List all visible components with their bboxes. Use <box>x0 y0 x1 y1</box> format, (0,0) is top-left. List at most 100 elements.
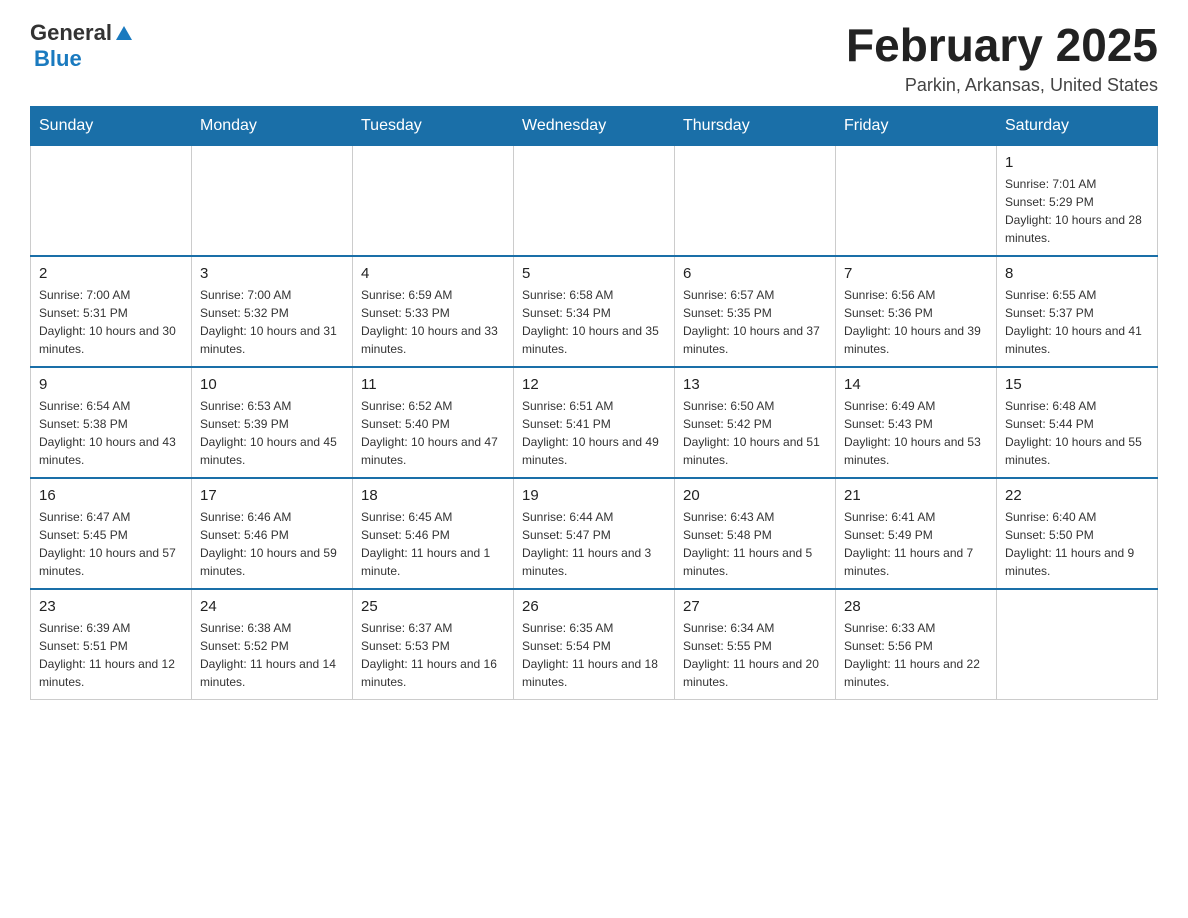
calendar-cell: 24 Sunrise: 6:38 AMSunset: 5:52 PMDayligh… <box>192 589 353 700</box>
day-info: Sunrise: 6:39 AMSunset: 5:51 PMDaylight:… <box>39 619 183 691</box>
title-block: February 2025 Parkin, Arkansas, United S… <box>846 20 1158 96</box>
day-info: Sunrise: 6:44 AMSunset: 5:47 PMDaylight:… <box>522 508 666 580</box>
day-info: Sunrise: 6:53 AMSunset: 5:39 PMDaylight:… <box>200 397 344 469</box>
calendar-cell: 28 Sunrise: 6:33 AMSunset: 5:56 PMDayligh… <box>836 589 997 700</box>
day-info: Sunrise: 6:48 AMSunset: 5:44 PMDaylight:… <box>1005 397 1149 469</box>
day-info: Sunrise: 6:43 AMSunset: 5:48 PMDaylight:… <box>683 508 827 580</box>
col-header-saturday: Saturday <box>997 106 1158 145</box>
calendar-week-row: 2 Sunrise: 7:00 AMSunset: 5:31 PMDaylight… <box>31 256 1158 367</box>
logo-general-text: General <box>30 20 112 46</box>
day-number: 28 <box>844 598 988 615</box>
day-number: 19 <box>522 487 666 504</box>
day-info: Sunrise: 6:40 AMSunset: 5:50 PMDaylight:… <box>1005 508 1149 580</box>
calendar-cell: 22 Sunrise: 6:40 AMSunset: 5:50 PMDayligh… <box>997 478 1158 589</box>
day-info: Sunrise: 6:35 AMSunset: 5:54 PMDaylight:… <box>522 619 666 691</box>
day-number: 24 <box>200 598 344 615</box>
day-number: 7 <box>844 265 988 282</box>
calendar-cell: 1 Sunrise: 7:01 AMSunset: 5:29 PMDaylight… <box>997 145 1158 256</box>
calendar-cell <box>675 145 836 256</box>
calendar-cell: 6Sunrise: 6:57 AMSunset: 5:35 PMDaylight… <box>675 256 836 367</box>
calendar-cell: 4Sunrise: 6:59 AMSunset: 5:33 PMDaylight… <box>353 256 514 367</box>
day-info: Sunrise: 6:45 AMSunset: 5:46 PMDaylight:… <box>361 508 505 580</box>
day-number: 13 <box>683 376 827 393</box>
calendar-cell: 26 Sunrise: 6:35 AMSunset: 5:54 PMDayligh… <box>514 589 675 700</box>
col-header-friday: Friday <box>836 106 997 145</box>
day-number: 8 <box>1005 265 1149 282</box>
day-info: Sunrise: 6:55 AMSunset: 5:37 PMDaylight:… <box>1005 286 1149 358</box>
day-info: Sunrise: 6:34 AMSunset: 5:55 PMDaylight:… <box>683 619 827 691</box>
calendar-header-row: SundayMondayTuesdayWednesdayThursdayFrid… <box>31 106 1158 145</box>
calendar-table: SundayMondayTuesdayWednesdayThursdayFrid… <box>30 106 1158 700</box>
day-info: Sunrise: 6:54 AMSunset: 5:38 PMDaylight:… <box>39 397 183 469</box>
day-info: Sunrise: 6:38 AMSunset: 5:52 PMDaylight:… <box>200 619 344 691</box>
day-info: Sunrise: 6:50 AMSunset: 5:42 PMDaylight:… <box>683 397 827 469</box>
day-number: 12 <box>522 376 666 393</box>
day-number: 17 <box>200 487 344 504</box>
day-info: Sunrise: 6:52 AMSunset: 5:40 PMDaylight:… <box>361 397 505 469</box>
col-header-thursday: Thursday <box>675 106 836 145</box>
day-info: Sunrise: 7:00 AMSunset: 5:31 PMDaylight:… <box>39 286 183 358</box>
day-number: 10 <box>200 376 344 393</box>
day-number: 3 <box>200 265 344 282</box>
day-info: Sunrise: 6:49 AMSunset: 5:43 PMDaylight:… <box>844 397 988 469</box>
col-header-monday: Monday <box>192 106 353 145</box>
day-number: 6 <box>683 265 827 282</box>
day-number: 27 <box>683 598 827 615</box>
logo: General Blue <box>30 20 134 72</box>
logo-triangle-icon <box>114 24 134 44</box>
day-info: Sunrise: 6:56 AMSunset: 5:36 PMDaylight:… <box>844 286 988 358</box>
location-text: Parkin, Arkansas, United States <box>846 75 1158 96</box>
calendar-cell: 13 Sunrise: 6:50 AMSunset: 5:42 PMDayligh… <box>675 367 836 478</box>
day-number: 15 <box>1005 376 1149 393</box>
day-number: 25 <box>361 598 505 615</box>
day-info: Sunrise: 6:51 AMSunset: 5:41 PMDaylight:… <box>522 397 666 469</box>
day-number: 2 <box>39 265 183 282</box>
day-info: Sunrise: 7:01 AMSunset: 5:29 PMDaylight:… <box>1005 175 1149 247</box>
day-number: 5 <box>522 265 666 282</box>
calendar-cell: 10 Sunrise: 6:53 AMSunset: 5:39 PMDayligh… <box>192 367 353 478</box>
day-info: Sunrise: 6:37 AMSunset: 5:53 PMDaylight:… <box>361 619 505 691</box>
calendar-cell: 27 Sunrise: 6:34 AMSunset: 5:55 PMDayligh… <box>675 589 836 700</box>
calendar-cell: 25 Sunrise: 6:37 AMSunset: 5:53 PMDayligh… <box>353 589 514 700</box>
calendar-cell <box>514 145 675 256</box>
calendar-cell <box>997 589 1158 700</box>
day-info: Sunrise: 7:00 AMSunset: 5:32 PMDaylight:… <box>200 286 344 358</box>
calendar-week-row: 1 Sunrise: 7:01 AMSunset: 5:29 PMDaylight… <box>31 145 1158 256</box>
col-header-wednesday: Wednesday <box>514 106 675 145</box>
logo-blue-text: Blue <box>34 46 82 71</box>
calendar-cell: 15 Sunrise: 6:48 AMSunset: 5:44 PMDayligh… <box>997 367 1158 478</box>
day-number: 22 <box>1005 487 1149 504</box>
month-title: February 2025 <box>846 20 1158 71</box>
calendar-cell: 19 Sunrise: 6:44 AMSunset: 5:47 PMDayligh… <box>514 478 675 589</box>
calendar-cell: 23 Sunrise: 6:39 AMSunset: 5:51 PMDayligh… <box>31 589 192 700</box>
col-header-tuesday: Tuesday <box>353 106 514 145</box>
day-number: 20 <box>683 487 827 504</box>
day-number: 21 <box>844 487 988 504</box>
day-info: Sunrise: 6:59 AMSunset: 5:33 PMDaylight:… <box>361 286 505 358</box>
day-number: 14 <box>844 376 988 393</box>
calendar-cell: 12 Sunrise: 6:51 AMSunset: 5:41 PMDayligh… <box>514 367 675 478</box>
calendar-cell: 2 Sunrise: 7:00 AMSunset: 5:31 PMDaylight… <box>31 256 192 367</box>
calendar-cell: 3 Sunrise: 7:00 AMSunset: 5:32 PMDaylight… <box>192 256 353 367</box>
calendar-cell: 11 Sunrise: 6:52 AMSunset: 5:40 PMDayligh… <box>353 367 514 478</box>
calendar-cell: 14 Sunrise: 6:49 AMSunset: 5:43 PMDayligh… <box>836 367 997 478</box>
calendar-cell <box>31 145 192 256</box>
day-info: Sunrise: 6:47 AMSunset: 5:45 PMDaylight:… <box>39 508 183 580</box>
calendar-cell: 9Sunrise: 6:54 AMSunset: 5:38 PMDaylight… <box>31 367 192 478</box>
calendar-week-row: 16 Sunrise: 6:47 AMSunset: 5:45 PMDayligh… <box>31 478 1158 589</box>
calendar-cell <box>836 145 997 256</box>
day-number: 11 <box>361 376 505 393</box>
day-number: 18 <box>361 487 505 504</box>
calendar-cell <box>192 145 353 256</box>
col-header-sunday: Sunday <box>31 106 192 145</box>
calendar-cell: 21 Sunrise: 6:41 AMSunset: 5:49 PMDayligh… <box>836 478 997 589</box>
day-number: 1 <box>1005 154 1149 171</box>
day-number: 16 <box>39 487 183 504</box>
day-info: Sunrise: 6:33 AMSunset: 5:56 PMDaylight:… <box>844 619 988 691</box>
calendar-cell: 8 Sunrise: 6:55 AMSunset: 5:37 PMDaylight… <box>997 256 1158 367</box>
day-number: 26 <box>522 598 666 615</box>
day-info: Sunrise: 6:41 AMSunset: 5:49 PMDaylight:… <box>844 508 988 580</box>
day-number: 23 <box>39 598 183 615</box>
calendar-cell: 5Sunrise: 6:58 AMSunset: 5:34 PMDaylight… <box>514 256 675 367</box>
calendar-cell: 20 Sunrise: 6:43 AMSunset: 5:48 PMDayligh… <box>675 478 836 589</box>
